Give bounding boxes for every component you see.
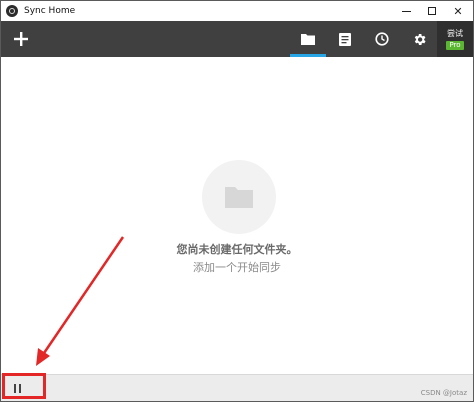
annotation-arrow bbox=[36, 236, 125, 366]
annotation-highlight-box bbox=[2, 373, 46, 399]
